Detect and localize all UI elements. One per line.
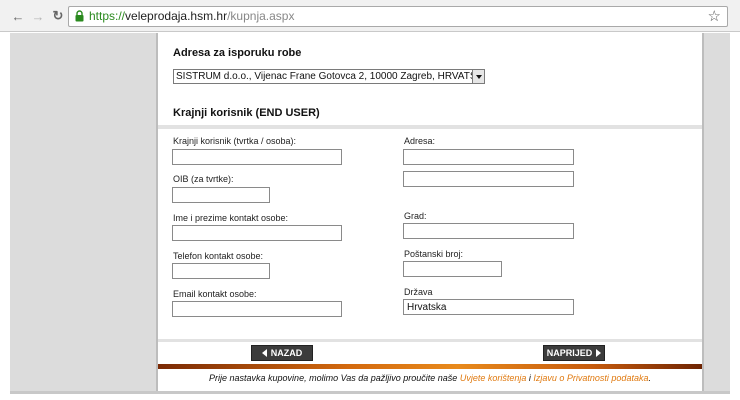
back-button-label: NAZAD [270,348,303,358]
notice-text-after: . [648,373,651,383]
end-user-heading: Krajnji korisnik (END USER) [173,107,320,119]
page-bottom-edge [10,391,730,394]
back-arrow-icon[interactable]: ← [10,8,26,24]
city-label: Grad: [404,211,427,221]
shipping-heading: Adresa za isporuku robe [173,47,302,59]
city-input[interactable] [403,223,574,239]
oib-label: OIB (za tvrtke): [173,174,234,184]
oib-input[interactable] [172,187,270,203]
postal-code-input[interactable] [403,261,502,277]
postal-code-label: Poštanski broj: [404,249,464,259]
contact-name-label: Ime i prezime kontakt osobe: [173,213,289,223]
next-button[interactable]: NAPRIJED [543,345,605,361]
checkout-panel: Adresa za isporuku robe SISTRUM d.o.o., … [158,33,702,391]
contact-phone-label: Telefon kontakt osobe: [173,251,264,261]
browser-toolbar: ← → ↻ https://veleprodaja.hsm.hr/kupnja.… [0,0,740,32]
country-label: Država [404,287,433,297]
next-button-label: NAPRIJED [546,348,593,358]
section-divider [158,125,702,129]
forward-arrow-icon[interactable]: → [30,8,46,24]
end-user-name-input[interactable] [172,149,342,165]
address-bar[interactable]: https://veleprodaja.hsm.hr/kupnja.aspx ☆ [68,6,728,27]
dropdown-arrow-icon[interactable] [472,70,484,83]
notice-text-middle: i [528,373,531,383]
url-protocol: https:// [89,9,126,23]
contact-email-input[interactable] [172,301,342,317]
contact-email-label: Email kontakt osobe: [173,289,257,299]
shipping-address-select[interactable]: SISTRUM d.o.o., Vijenac Frane Gotovca 2,… [173,69,485,84]
contact-phone-input[interactable] [172,263,270,279]
left-margin [10,33,156,391]
notice-text-before: Prije nastavka kupovine, molimo Vas da p… [209,373,458,383]
buttons-divider [158,339,702,342]
lock-icon [75,10,84,22]
right-triangle-icon [596,349,602,357]
terms-notice: Prije nastavka kupovine, molimo Vas da p… [158,373,702,383]
address-label: Adresa: [404,136,436,146]
right-margin [704,33,730,391]
back-button[interactable]: NAZAD [251,345,313,361]
end-user-name-label: Krajnji korisnik (tvrtka / osoba): [173,136,297,146]
country-input[interactable] [403,299,574,315]
reload-icon[interactable]: ↻ [50,8,66,24]
shipping-address-value: SISTRUM d.o.o., Vijenac Frane Gotovca 2,… [176,71,485,82]
url-path: /kupnja.aspx [227,9,295,23]
footer-accent-bar [158,364,702,369]
content-border-right [702,33,704,391]
address-input-line-2[interactable] [403,171,574,187]
address-input-line-1[interactable] [403,149,574,165]
left-triangle-icon [261,349,267,357]
terms-of-use-link[interactable]: Uvjete korištenja [460,373,527,383]
privacy-statement-link[interactable]: Izjavu o Privatnosti podataka [533,373,648,383]
contact-name-input[interactable] [172,225,342,241]
star-icon[interactable]: ☆ [708,7,721,26]
url-host: veleprodaja.hsm.hr [125,9,228,23]
page-viewport: Adresa za isporuku robe SISTRUM d.o.o., … [0,33,740,400]
